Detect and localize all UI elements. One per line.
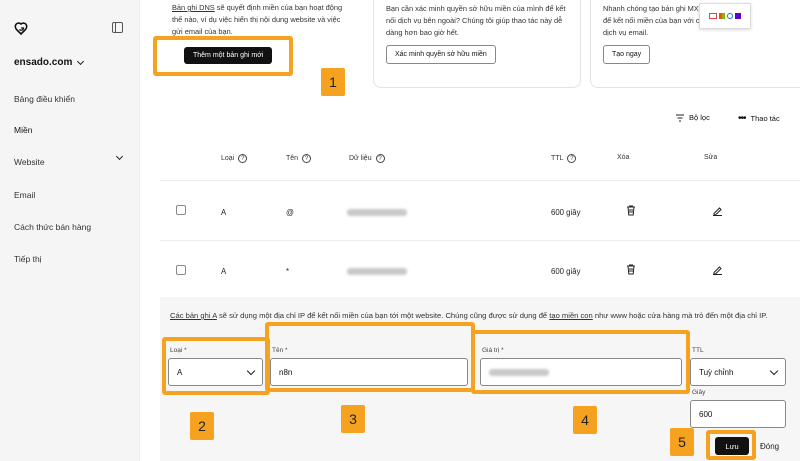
header-label: TTL	[551, 155, 564, 162]
mx-record-card: Nhanh chóng tạo bản ghi MX để kết nối mi…	[590, 0, 800, 88]
help-icon[interactable]: ?	[375, 154, 385, 163]
more-dots-icon: •••	[738, 113, 746, 124]
sidebar-item-email[interactable]: Email	[14, 190, 122, 200]
sidebar-item-label: Tiếp thị	[14, 254, 42, 264]
yahoo-icon	[735, 13, 741, 19]
highlight-box-2	[162, 337, 270, 395]
sidebar-item-label: Cách thức bán hàng	[14, 222, 92, 232]
record-type: A	[221, 208, 227, 217]
seconds-input[interactable]: 600	[690, 400, 786, 428]
column-header-type[interactable]: Loại?	[221, 154, 248, 163]
info-text-part: sẽ sử dụng một địa chỉ IP để kết nối miề…	[216, 311, 550, 320]
step-badge-3: 3	[341, 405, 365, 433]
row-checkbox[interactable]	[176, 265, 186, 275]
column-header-name[interactable]: Tên?	[286, 154, 312, 163]
pencil-icon[interactable]	[712, 205, 723, 216]
step-badge-5: 5	[670, 428, 694, 456]
ttl-label: TTL	[692, 347, 704, 354]
sidebar-item-dashboard[interactable]: Bảng điều khiển	[14, 94, 122, 104]
godaddy-logo-icon[interactable]	[14, 22, 28, 36]
trash-icon[interactable]	[626, 205, 636, 216]
sidebar-item-domains[interactable]: Miền	[14, 125, 122, 135]
email-providers-illustration	[699, 3, 751, 29]
sidebar-item-label: Bảng điều khiển	[14, 94, 75, 104]
sidebar-item-label: Miền	[14, 125, 33, 135]
highlight-box-4	[471, 330, 690, 394]
column-header-ttl[interactable]: TTL?	[551, 154, 577, 163]
card-description: Bạn cần xác minh quyền sở hữu miền của m…	[386, 4, 566, 37]
step-badge-2: 2	[190, 412, 214, 440]
ttl-value: Tuỳ chỉnh	[699, 367, 734, 377]
help-icon[interactable]: ?	[567, 154, 577, 163]
a-record-info-text: Các bản ghi A sẽ sử dụng một địa chỉ IP …	[170, 310, 790, 321]
microsoft-icon	[719, 13, 725, 19]
pencil-icon[interactable]	[712, 264, 723, 275]
record-data-redacted	[347, 268, 407, 275]
sidebar-item-label: Website	[14, 157, 45, 167]
record-ttl: 600 giây	[551, 208, 581, 217]
seconds-value: 600	[699, 409, 713, 419]
create-subdomain-link[interactable]: tạo miền con	[549, 311, 592, 320]
column-header-data[interactable]: Dữ liệu?	[349, 154, 385, 163]
a-records-link[interactable]: Các bản ghi A	[170, 311, 217, 320]
record-name: *	[286, 267, 290, 276]
highlight-box-1	[153, 36, 293, 76]
sidebar-item-label: Email	[14, 190, 36, 200]
highlight-box-3	[265, 322, 475, 392]
help-icon[interactable]: ?	[238, 154, 248, 163]
filter-button[interactable]: Bộ lọc	[676, 113, 710, 122]
sidebar-item-marketing[interactable]: Tiếp thị	[14, 254, 122, 264]
header-label: Dữ liệu	[349, 155, 372, 162]
card-text: Bản ghi DNS sẽ quyết định miền của bạn h…	[172, 2, 348, 38]
record-name: @	[286, 208, 294, 217]
divider	[160, 180, 800, 181]
info-text-part: như www hoặc cửa hàng mà trỏ đến một địa…	[592, 311, 768, 320]
chevron-down-icon	[769, 366, 779, 375]
row-checkbox[interactable]	[176, 205, 186, 215]
filter-label: Bộ lọc	[689, 113, 710, 122]
header-label: Sửa	[704, 154, 718, 161]
gmail-icon	[709, 13, 717, 19]
step-badge-4: 4	[573, 406, 597, 434]
close-button[interactable]: Đóng	[760, 442, 779, 451]
help-icon[interactable]: ?	[302, 154, 312, 163]
record-ttl: 600 giây	[551, 267, 581, 276]
header-label: Xóa	[617, 154, 630, 161]
dns-record-link[interactable]: Bản ghi DNS	[172, 3, 215, 12]
record-type: A	[221, 267, 227, 276]
record-data-redacted	[347, 209, 407, 216]
filter-icon	[676, 114, 684, 121]
create-now-button[interactable]: Tạo ngay	[603, 45, 651, 64]
outlook-icon	[727, 13, 733, 19]
card-description: Nhanh chóng tạo bản ghi MX để kết nối mi…	[603, 4, 708, 37]
ttl-select[interactable]: Tuỳ chỉnh	[690, 358, 786, 386]
step-badge-1: 1	[321, 68, 345, 96]
actions-button[interactable]: ••• Thao tác	[738, 113, 780, 124]
header-label: Tên	[286, 155, 299, 162]
chevron-down-icon	[77, 57, 85, 65]
sidebar-item-website[interactable]: Website	[14, 152, 124, 167]
actions-label: Thao tác	[750, 114, 780, 123]
domain-selector[interactable]: ensado.com	[14, 57, 85, 68]
seconds-label: Giây	[692, 389, 706, 396]
header-label: Loại	[221, 155, 235, 162]
verify-domain-card: Bạn cần xác minh quyền sở hữu miền của m…	[373, 0, 581, 88]
collapse-sidebar-icon[interactable]	[112, 22, 123, 33]
column-header-delete: Xóa	[617, 154, 629, 161]
sidebar: ensado.com Bảng điều khiển Miền Website …	[0, 0, 140, 461]
trash-icon[interactable]	[626, 264, 636, 275]
highlight-box-5	[706, 430, 756, 460]
chevron-down-icon	[115, 152, 124, 161]
sidebar-item-sales[interactable]: Cách thức bán hàng	[14, 222, 122, 232]
verify-ownership-button[interactable]: Xác minh quyền sở hữu miền	[386, 45, 496, 64]
divider	[160, 240, 800, 241]
domain-name: ensado.com	[14, 57, 73, 68]
column-header-edit: Sửa	[704, 154, 717, 161]
